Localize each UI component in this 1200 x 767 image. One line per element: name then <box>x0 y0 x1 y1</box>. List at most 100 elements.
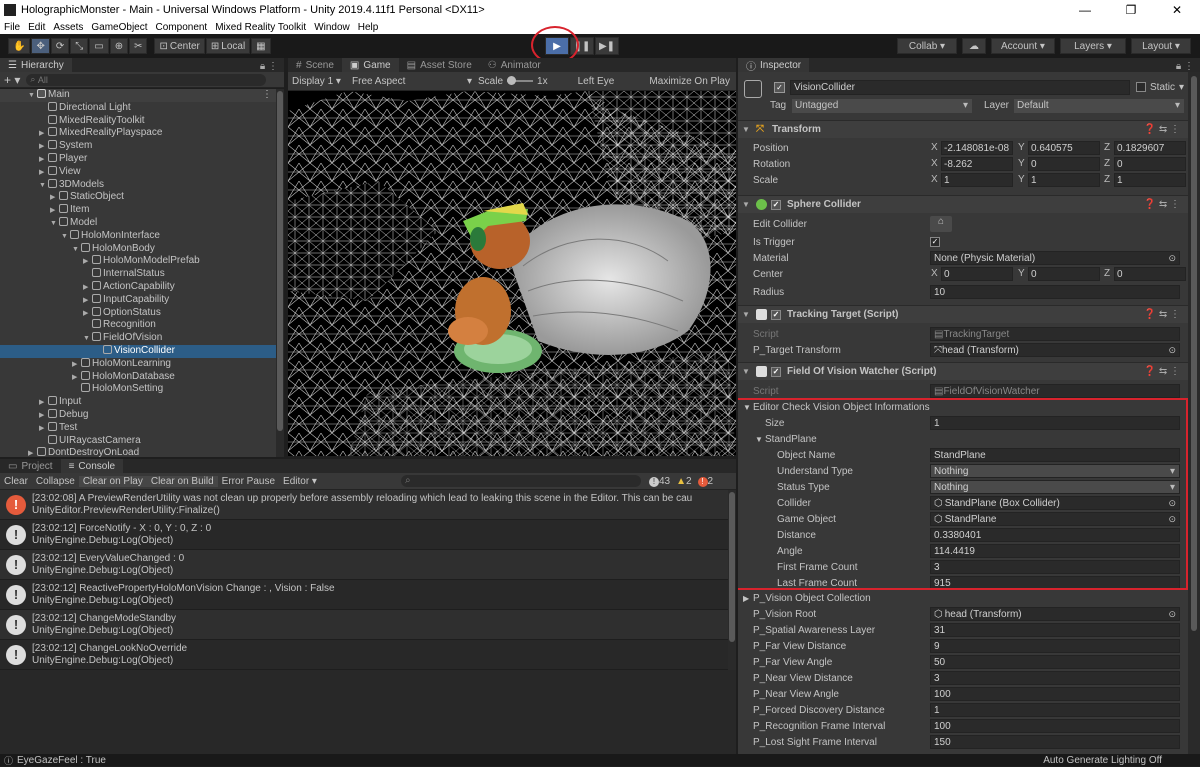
hierarchy-item[interactable]: ▶ OptionStatus <box>0 306 284 320</box>
inspector-field-value[interactable]: 3 <box>930 560 1180 574</box>
center-y-field[interactable]: 0 <box>1028 267 1100 281</box>
active-checkbox[interactable]: ✓ <box>774 82 785 93</box>
hierarchy-item[interactable]: ▶ HoloMonDatabase <box>0 370 284 384</box>
pivot-local-button[interactable]: ⊞ Local <box>205 38 251 54</box>
inspector-field-value[interactable]: 9 <box>930 639 1180 653</box>
hierarchy-item[interactable]: InternalStatus <box>0 268 284 281</box>
clear-button[interactable]: Clear <box>0 476 32 487</box>
is-trigger-checkbox[interactable]: ✓ <box>930 237 940 247</box>
scale-tool-icon[interactable]: ⤡ <box>70 38 89 54</box>
material-field[interactable]: None (Physic Material) <box>930 251 1180 265</box>
size-field[interactable]: 1 <box>930 416 1180 430</box>
inspector-field-value[interactable]: 3 <box>930 671 1180 685</box>
static-toggle[interactable]: Static ▾ <box>1136 82 1184 93</box>
object-picker-icon[interactable]: ⊙ <box>1168 498 1176 509</box>
layer-dropdown[interactable]: Default <box>1014 99 1184 113</box>
hierarchy-item[interactable]: Directional Light <box>0 101 284 115</box>
editor-check-row[interactable]: ▼ Editor Check Vision Object Informations <box>738 399 1188 415</box>
object-picker-icon[interactable]: ⊙ <box>1168 253 1176 264</box>
hierarchy-item[interactable]: ▶ System <box>0 140 284 153</box>
pivot-center-button[interactable]: ⊡ Center <box>154 38 205 54</box>
fold-arrow-icon[interactable]: ▼ <box>742 310 750 319</box>
console-search-input[interactable]: ⌕ <box>400 475 641 487</box>
rotate-tool-icon[interactable]: ⟳ <box>50 38 70 54</box>
move-tool-icon[interactable]: ✥ <box>31 38 50 54</box>
expand-arrow-icon[interactable]: ▶ <box>28 448 37 457</box>
hierarchy-item[interactable]: ▶ HoloMonModelPrefab <box>0 255 284 268</box>
inspector-field-value[interactable]: 31 <box>930 623 1180 637</box>
sphere-collider-enabled-checkbox[interactable]: ✓ <box>771 199 781 210</box>
component-menu-icon[interactable]: ❓ ⇆ ⋮ <box>1144 366 1180 377</box>
standplane-row[interactable]: ▼ StandPlane <box>738 431 1188 447</box>
inspector-field-value[interactable]: 150 <box>930 735 1180 749</box>
grid-snap-icon[interactable]: ▦ <box>251 38 271 54</box>
inspector-field-value[interactable]: 114.4419 <box>930 544 1180 558</box>
hierarchy-item[interactable]: ▼ FieldOfVision <box>0 332 284 345</box>
hierarchy-item[interactable]: ▶ ActionCapability <box>0 280 284 294</box>
fold-arrow-icon[interactable]: ▼ <box>742 200 750 209</box>
close-button[interactable]: ✕ <box>1154 3 1200 17</box>
inspector-field-value[interactable]: StandPlane <box>930 448 1180 462</box>
error-pause-button[interactable]: Error Pause <box>218 476 279 487</box>
inspector-dropdown[interactable]: Nothing <box>930 464 1180 478</box>
custom-tool-icon[interactable]: ✂ <box>129 38 148 54</box>
sphere-collider-header[interactable]: ▼ ✓ Sphere Collider ❓ ⇆ ⋮ <box>738 195 1188 213</box>
radius-field[interactable]: 10 <box>930 285 1180 299</box>
inspector-field-value[interactable]: ⬡ head (Transform) <box>930 607 1180 621</box>
fold-arrow-icon[interactable]: ▼ <box>755 435 763 444</box>
position-x-field[interactable]: -2.148081e-08 <box>941 141 1013 155</box>
tracking-target-enabled-checkbox[interactable]: ✓ <box>771 309 781 320</box>
scene-menu-icon[interactable]: ⋮ <box>262 89 272 102</box>
tag-dropdown[interactable]: Untagged <box>792 99 972 113</box>
hierarchy-search-input[interactable]: ⌕ All <box>26 73 267 86</box>
eye-dropdown[interactable]: Left Eye <box>578 76 615 87</box>
tracking-target-header[interactable]: ▼ ✓ Tracking Target (Script) ❓ ⇆ ⋮ <box>738 305 1188 323</box>
center-z-field[interactable]: 0 <box>1114 267 1186 281</box>
rotation-y-field[interactable]: 0 <box>1028 157 1100 171</box>
hierarchy-item[interactable]: VisionCollider <box>0 344 284 358</box>
hierarchy-item[interactable]: ▼ 3DModels <box>0 178 284 192</box>
hierarchy-item[interactable]: ▶ Input <box>0 396 284 409</box>
scene-row[interactable]: ▼ Main ⋮ <box>0 89 284 102</box>
console-entry[interactable]: ! [23:02:12] ChangeModeStandby UnityEngine… <box>0 610 736 640</box>
hierarchy-item[interactable]: MixedRealityToolkit <box>0 114 284 128</box>
game-viewport[interactable] <box>288 91 736 456</box>
rotation-x-field[interactable]: -8.262 <box>941 157 1013 171</box>
tab-asset-store[interactable]: ▤ Asset Store <box>398 58 480 72</box>
transform-header[interactable]: ▼ ⤧ Transform ❓ ⇆ ⋮ <box>738 120 1188 138</box>
hierarchy-item[interactable]: ▶ Debug <box>0 408 284 422</box>
hierarchy-item[interactable]: ▶ InputCapability <box>0 293 284 307</box>
position-y-field[interactable]: 0.640575 <box>1028 141 1100 155</box>
hierarchy-item[interactable]: UIRaycastCamera <box>0 434 284 448</box>
fold-arrow-icon[interactable]: ▼ <box>742 125 750 134</box>
hierarchy-item[interactable]: ▶ DontDestroyOnLoad <box>0 447 284 457</box>
inspector-field-value[interactable]: ⬡ StandPlane (Box Collider) <box>930 496 1180 510</box>
tab-inspector[interactable]: ⓘ Inspector <box>738 58 810 73</box>
clear-on-build-button[interactable]: Clear on Build <box>146 475 218 487</box>
layers-dropdown[interactable]: Layers ▾ <box>1060 38 1126 54</box>
minimize-button[interactable]: — <box>1062 3 1108 17</box>
object-name-field[interactable]: VisionCollider <box>790 80 1130 95</box>
console-entry[interactable]: ! [23:02:12] EveryValueChanged : 0 UnityEn… <box>0 550 736 580</box>
inspector-field-value[interactable]: ⬡ StandPlane <box>930 512 1180 526</box>
layout-dropdown[interactable]: Layout ▾ <box>1131 38 1191 54</box>
create-plus-icon[interactable]: + ▾ <box>4 73 20 87</box>
inspector-lock-icon[interactable]: 🔒︎ ⋮ <box>1176 61 1194 72</box>
info-count-toggle[interactable]: ! 43 <box>648 476 670 487</box>
lighting-status[interactable]: Auto Generate Lighting Off <box>1043 755 1162 766</box>
editor-dropdown[interactable]: Editor ▾ <box>279 476 321 487</box>
hierarchy-item[interactable]: ▶ Player <box>0 152 284 166</box>
menu-help[interactable]: Help <box>354 22 383 33</box>
target-transform-field[interactable]: ⤧ head (Transform) <box>930 343 1180 357</box>
hierarchy-scrollbar[interactable] <box>276 89 284 457</box>
step-button[interactable]: ▶❚ <box>595 37 619 55</box>
fold-arrow-icon[interactable]: ▶ <box>743 594 749 603</box>
hierarchy-item[interactable]: ▼ HoloMonInterface <box>0 229 284 243</box>
hierarchy-item[interactable]: ▼ HoloMonBody <box>0 242 284 256</box>
console-scrollbar[interactable] <box>728 490 736 670</box>
tab-hierarchy[interactable]: ☰ Hierarchy <box>0 58 72 72</box>
warn-count-toggle[interactable]: ▲2 <box>676 476 691 487</box>
tab-project[interactable]: ▭ Project <box>0 459 61 473</box>
component-menu-icon[interactable]: ❓ ⇆ ⋮ <box>1144 309 1180 320</box>
lock-icon[interactable]: 🔒︎ ⋮ <box>260 61 278 72</box>
